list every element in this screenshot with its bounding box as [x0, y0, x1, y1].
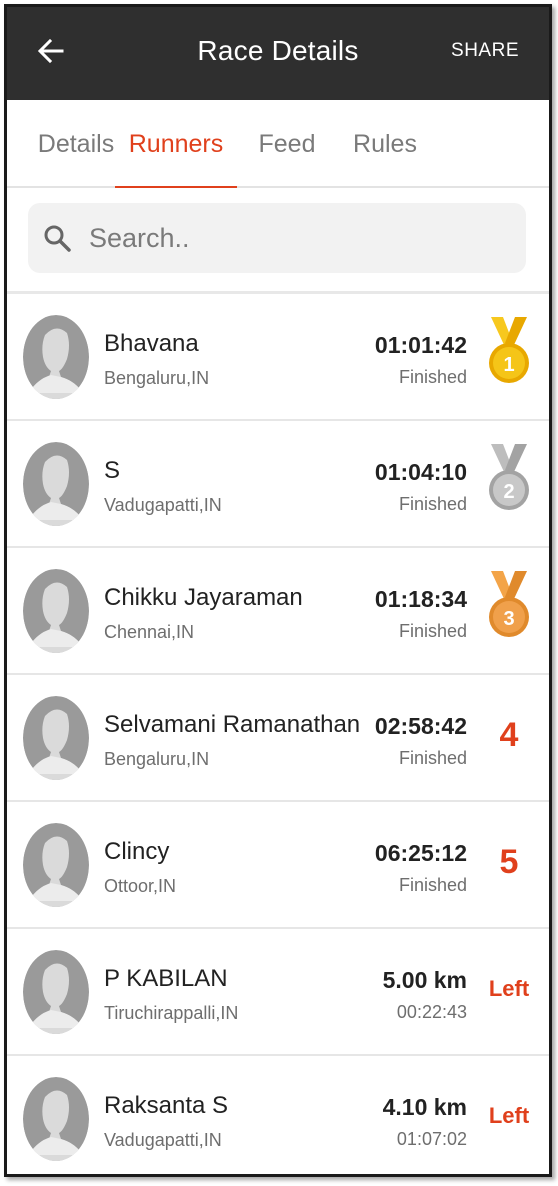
runner-rank: Left	[487, 1076, 531, 1156]
avatar	[23, 950, 89, 1034]
avatar	[23, 569, 89, 653]
runner-name: S	[104, 457, 121, 484]
runner-result: 01:04:10	[374, 459, 467, 485]
runner-rank: 4	[487, 695, 531, 775]
runner-location: Bengaluru,IN	[104, 368, 210, 388]
runner-result: 06:25:12	[374, 840, 467, 866]
tab-bar: Details Runners Feed Rules	[7, 100, 549, 190]
avatar	[23, 1077, 89, 1161]
runner-name: Chikku Jayaraman	[104, 584, 303, 611]
app-frame: Race Details SHARE Details Runners Feed …	[4, 4, 552, 1177]
runner-name: Selvamani Ramanathan	[104, 711, 361, 738]
avatar	[23, 823, 89, 907]
runner-status: 01:07:02	[396, 1129, 467, 1149]
runner-rank: 3	[487, 568, 531, 648]
avatar	[23, 696, 89, 780]
runner-location: Vadugapatti,IN	[104, 1130, 222, 1150]
silver-medal-icon: 2	[487, 442, 531, 521]
runner-location: Chennai,IN	[104, 622, 195, 642]
runner-rank: 5	[487, 822, 531, 902]
runner-status: Finished	[398, 494, 467, 514]
search-icon	[44, 225, 71, 252]
svg-text:2: 2	[503, 481, 514, 503]
runner-status: 00:22:43	[396, 1002, 467, 1022]
runner-row[interactable]: P KABILAN Tiruchirappalli,IN 5.00 km 00:…	[7, 929, 549, 1056]
tab-feed[interactable]: Feed	[247, 100, 327, 188]
runner-row[interactable]: Selvamani Ramanathan Bengaluru,IN 02:58:…	[7, 675, 549, 802]
runner-rank: Left	[487, 949, 531, 1029]
runner-name: Bhavana	[104, 330, 199, 357]
runner-result: 01:01:42	[374, 332, 467, 358]
runner-status: Finished	[398, 748, 467, 768]
runner-row[interactable]: Clincy Ottoor,IN 06:25:12 Finished 5	[7, 802, 549, 929]
tab-label: Runners	[128, 129, 224, 158]
app-bar: Race Details SHARE	[7, 7, 549, 100]
runner-rank: 2	[487, 441, 531, 521]
runner-row[interactable]: S Vadugapatti,IN 01:04:10 Finished 2	[7, 421, 549, 548]
runner-row[interactable]: Chikku Jayaraman Chennai,IN 01:18:34 Fin…	[7, 548, 549, 675]
rank-left-label: Left	[488, 1103, 530, 1128]
runner-status: Finished	[398, 367, 467, 387]
runner-row[interactable]: Raksanta S Vadugapatti,IN 4.10 km 01:07:…	[7, 1056, 549, 1174]
runner-result: 01:18:34	[374, 586, 467, 612]
runner-status: Finished	[398, 621, 467, 641]
tab-label: Rules	[353, 129, 417, 158]
svg-text:1: 1	[503, 354, 514, 376]
runner-name: P KABILAN	[104, 965, 228, 992]
runner-row[interactable]: Bhavana Bengaluru,IN 01:01:42 Finished 1	[7, 294, 549, 421]
rank-number: 5	[499, 842, 519, 881]
runner-rank: 1	[487, 314, 531, 394]
runners-list: Bhavana Bengaluru,IN 01:01:42 Finished 1…	[7, 291, 549, 1174]
runner-result: 02:58:42	[374, 713, 467, 739]
runner-status: Finished	[398, 875, 467, 895]
tab-label: Details	[37, 129, 115, 158]
share-button[interactable]: SHARE	[451, 40, 519, 62]
avatar	[23, 442, 89, 526]
tab-runners[interactable]: Runners	[115, 100, 237, 190]
runner-result: 5.00 km	[382, 967, 467, 993]
runner-result: 4.10 km	[382, 1094, 467, 1120]
tab-label: Feed	[258, 129, 316, 158]
runner-location: Tiruchirappalli,IN	[104, 1003, 239, 1023]
search-input[interactable]	[89, 222, 469, 254]
runner-name: Clincy	[104, 838, 170, 865]
svg-text:3: 3	[503, 608, 514, 630]
rank-number: 4	[499, 715, 519, 754]
runner-location: Ottoor,IN	[104, 876, 177, 896]
gold-medal-icon: 1	[487, 315, 531, 394]
tab-rules[interactable]: Rules	[343, 100, 427, 188]
bronze-medal-icon: 3	[487, 569, 531, 648]
avatar	[23, 315, 89, 399]
runner-location: Vadugapatti,IN	[104, 495, 222, 515]
runner-location: Bengaluru,IN	[104, 749, 210, 769]
search-section	[7, 188, 549, 291]
runner-name: Raksanta S	[104, 1092, 229, 1119]
search-bar[interactable]	[28, 203, 526, 273]
rank-left-label: Left	[488, 976, 530, 1001]
